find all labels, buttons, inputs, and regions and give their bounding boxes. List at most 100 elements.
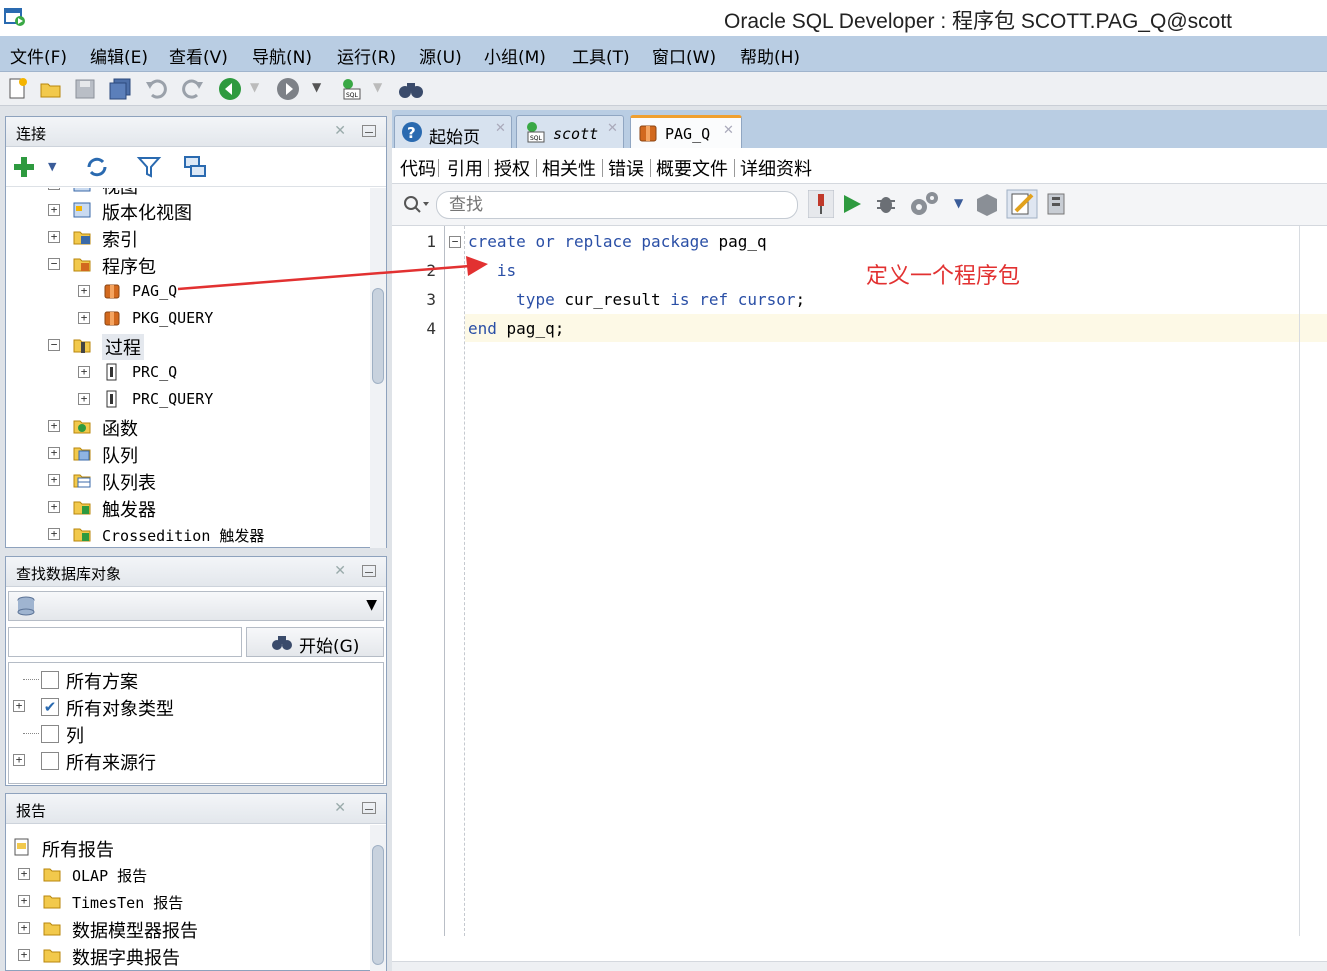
menu-source[interactable]: 源(U) [419,43,462,68]
tab-pag-q[interactable]: PAG_Q ✕ [630,115,742,148]
save-all-icon[interactable] [107,76,133,102]
hexagon-icon[interactable] [974,192,1000,218]
expand-icon[interactable]: + [18,949,30,961]
collapse-icon[interactable]: − [48,339,60,351]
subtab-details[interactable]: 详细资料 [740,155,812,181]
expand-icon[interactable]: + [48,528,60,540]
sql-worksheet-icon[interactable]: SQL [338,76,364,102]
find-input[interactable] [8,627,242,657]
subtab-references[interactable]: 引用 [447,155,483,181]
menu-navigate[interactable]: 导航(N) [252,43,312,68]
binoculars-icon[interactable] [398,76,424,102]
format-icon[interactable] [1044,191,1070,217]
menu-team[interactable]: 小组(M) [484,43,546,68]
refresh-icon[interactable] [84,154,110,180]
expand-icon[interactable]: + [13,754,25,766]
expand-icon[interactable]: + [48,420,60,432]
editor-search-bar: ▼ [392,184,1327,226]
subtab-grants[interactable]: 授权 [494,155,530,181]
expand-icon[interactable]: + [48,231,60,243]
close-icon[interactable]: ✕ [334,123,346,139]
add-connection-icon[interactable] [12,155,36,179]
save-icon[interactable] [72,76,98,102]
filter-icon[interactable] [136,154,162,180]
checkbox-all-object-types[interactable]: ✔ [41,698,59,716]
scrollbar-thumb[interactable] [372,845,384,965]
expand-icon[interactable]: + [18,922,30,934]
connections-scrollbar[interactable] [370,188,386,548]
connection-select[interactable]: ▼ [8,591,384,621]
menu-window[interactable]: 窗口(W) [652,43,716,68]
expand-icon[interactable]: + [78,393,90,405]
collapse-icon[interactable]: − [48,258,60,270]
compile-gears-icon[interactable] [908,190,942,218]
expand-icon[interactable]: + [48,188,60,190]
compile-dropdown-icon[interactable]: ▼ [954,196,963,210]
procedure-icon [106,363,117,381]
new-file-icon[interactable] [5,76,31,102]
checkbox-columns[interactable] [41,725,59,743]
expand-icon[interactable]: + [13,700,25,712]
fold-collapse-icon[interactable]: − [449,236,461,248]
back-icon[interactable] [217,76,243,102]
code-line-4: end pag_q; [468,319,565,338]
back-dropdown-icon[interactable]: ▼ [250,80,259,94]
menu-file[interactable]: 文件(F) [10,43,67,68]
tab-scott[interactable]: SQL scott ✕ [516,115,624,148]
forward-icon[interactable] [275,76,301,102]
close-icon[interactable]: ✕ [334,563,346,579]
close-icon[interactable]: ✕ [495,121,506,136]
chevron-down-icon[interactable]: ▼ [366,597,377,613]
expand-icon[interactable]: + [48,501,60,513]
run-icon[interactable] [840,192,864,216]
expand-icon[interactable]: + [78,366,90,378]
redo-icon[interactable] [180,76,206,102]
minimize-icon[interactable] [362,802,376,814]
expand-icon[interactable]: + [48,447,60,459]
minimize-icon[interactable] [362,125,376,137]
debug-bug-icon[interactable] [874,192,898,216]
edit-pencil-icon[interactable] [1006,189,1038,219]
reports-icon [14,838,29,856]
checkbox-all-source-lines[interactable] [41,752,59,770]
subtab-profiles[interactable]: 概要文件 [656,155,728,181]
pin-icon[interactable] [808,190,834,218]
menu-edit[interactable]: 编辑(E) [90,43,148,68]
subtab-code[interactable]: 代码 [400,155,436,181]
minimize-icon[interactable] [362,565,376,577]
svg-text:SQL: SQL [530,135,543,142]
find-go-button[interactable]: 开始(G) [246,627,384,657]
checkbox-all-schemas[interactable] [41,671,59,689]
close-icon[interactable]: ✕ [607,121,618,136]
search-input[interactable] [436,191,798,219]
tab-start-page[interactable]: ? 起始页 ✕ [394,115,512,148]
find-db-object-panel: 查找数据库对象 ✕ ▼ 开始(G) 所有方案 + ✔ 所有对象类型 列 + 所有… [5,556,387,786]
expand-icon[interactable]: + [78,285,90,297]
search-icon[interactable] [402,194,432,216]
expand-icon[interactable]: + [18,895,30,907]
expand-icon[interactable]: + [48,474,60,486]
package-icon [639,125,657,142]
reports-scrollbar[interactable] [370,825,386,971]
expand-icon[interactable]: + [18,868,30,880]
undo-icon[interactable] [143,76,169,102]
schema-browser-icon[interactable] [182,154,208,180]
close-icon[interactable]: ✕ [334,800,346,816]
menu-view[interactable]: 查看(V) [169,43,228,68]
help-icon: ? [402,122,422,142]
expand-icon[interactable]: + [78,312,90,324]
add-dropdown-icon[interactable]: ▼ [48,160,56,173]
menu-run[interactable]: 运行(R) [337,43,396,68]
folder-icon [43,868,61,882]
code-editor[interactable]: 1 2 3 4 − create or replace package pag_… [392,226,1327,971]
sql-dropdown-icon[interactable]: ▼ [373,80,382,94]
forward-dropdown-icon[interactable]: ▼ [312,80,321,94]
close-icon[interactable]: ✕ [723,123,734,138]
subtab-errors[interactable]: 错误 [608,155,644,181]
open-folder-icon[interactable] [38,76,64,102]
expand-icon[interactable]: + [48,204,60,216]
subtab-dependencies[interactable]: 相关性 [542,155,596,181]
menu-tools[interactable]: 工具(T) [572,43,630,68]
scrollbar-thumb[interactable] [372,288,384,384]
menu-help[interactable]: 帮助(H) [740,43,800,68]
